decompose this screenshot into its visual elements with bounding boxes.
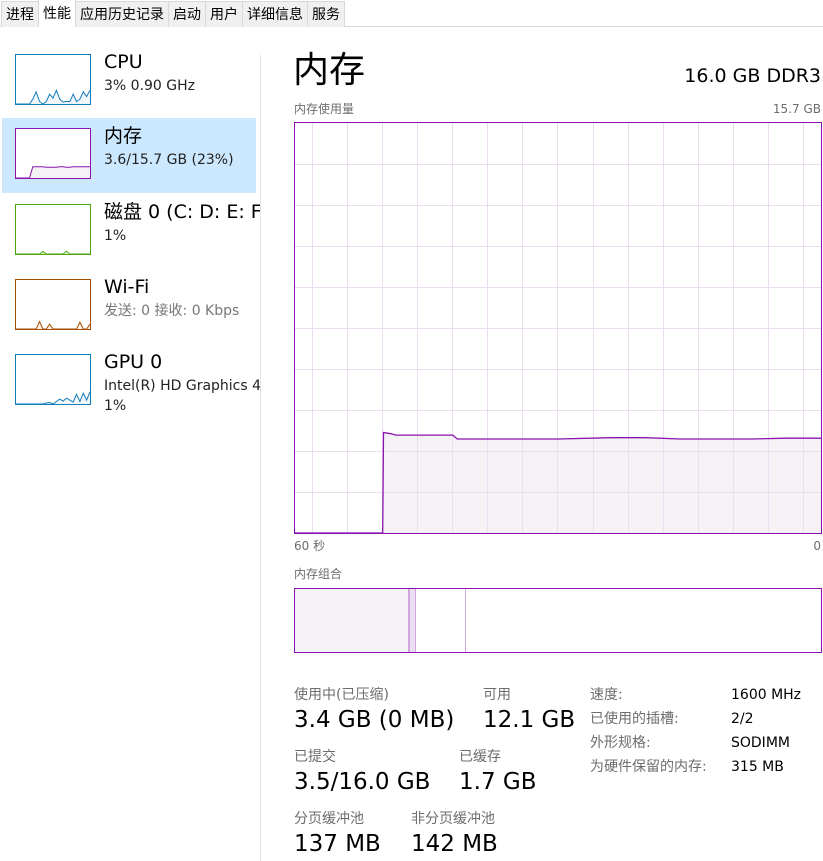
- cpu-sparkline: [16, 88, 90, 104]
- composition-segment-in-use[interactable]: [295, 589, 410, 652]
- in-use-label: 使用中(已压缩): [294, 687, 389, 703]
- composition-segment-standby[interactable]: [415, 589, 466, 652]
- cached-label: 已缓存: [459, 749, 501, 765]
- tab-details[interactable]: 详细信息: [242, 1, 308, 27]
- tab-app-history[interactable]: 应用历史记录: [75, 1, 169, 27]
- resource-sidebar: CPU 3% 0.90 GHz 内存 3.6/15.7 GB (23%) 磁盘 …: [0, 27, 260, 861]
- hardware-reserved-value: 315 MB: [731, 759, 784, 775]
- wifi-sparkline: [16, 320, 90, 329]
- memory-sparkline: [16, 166, 90, 178]
- x-axis-left-label: 60 秒: [294, 539, 326, 553]
- disk-thumbnail-graph: [15, 204, 91, 255]
- sidebar-item-subtitle: 1%: [104, 228, 127, 244]
- sidebar-item-subtitle: 发送: 0 接收: 0 Kbps: [104, 303, 240, 319]
- memory-composition-bar: [294, 588, 822, 653]
- gpu-sparkline: [16, 391, 90, 404]
- sidebar-item-subtitle: Intel(R) HD Graphics 4: [104, 378, 260, 394]
- sidebar-item-title: CPU: [104, 51, 143, 73]
- nonpaged-pool-label: 非分页缓冲池: [411, 811, 495, 827]
- sparkline-area: [16, 321, 90, 329]
- available-value: 12.1 GB: [483, 707, 576, 733]
- composition-segment-free[interactable]: [465, 589, 821, 652]
- sparkline-area: [16, 166, 90, 178]
- sidebar-divider[interactable]: [260, 55, 261, 861]
- memory-thumbnail-graph: [15, 128, 91, 179]
- form-factor-label: 外形规格:: [590, 735, 651, 751]
- sparkline-area: [16, 391, 90, 404]
- hardware-reserved-label: 为硬件保留的内存:: [590, 759, 707, 775]
- tab-startup[interactable]: 启动: [168, 1, 206, 27]
- sidebar-item-subtitle: 3.6/15.7 GB (23%): [104, 152, 234, 168]
- tab-bar: 进程 性能 应用历史记录 启动 用户 详细信息 服务: [0, 0, 823, 27]
- sidebar-item-cpu[interactable]: CPU 3% 0.90 GHz: [2, 44, 256, 119]
- slots-used-label: 已使用的插槽:: [590, 711, 679, 727]
- disk-sparkline: [16, 250, 90, 254]
- sidebar-item-wifi[interactable]: Wi-Fi 发送: 0 接收: 0 Kbps: [2, 269, 256, 344]
- nonpaged-pool-value: 142 MB: [411, 831, 498, 857]
- sidebar-item-title: GPU 0: [104, 351, 163, 373]
- composition-label: 内存组合: [294, 567, 343, 581]
- tab-users[interactable]: 用户: [205, 1, 243, 27]
- x-axis-right-label: 0: [813, 539, 821, 553]
- memory-usage-chart: [295, 123, 821, 533]
- sidebar-item-disk[interactable]: 磁盘 0 (C: D: E: F: 1%: [2, 194, 260, 269]
- paged-pool-label: 分页缓冲池: [294, 811, 364, 827]
- sidebar-item-gpu[interactable]: GPU 0 Intel(R) HD Graphics 4 1%: [2, 344, 260, 419]
- cached-value: 1.7 GB: [459, 769, 537, 795]
- memory-spec: 16.0 GB DDR3: [684, 65, 821, 87]
- speed-label: 速度:: [590, 687, 623, 703]
- page-title: 内存: [293, 50, 366, 91]
- usage-graph-label: 内存使用量: [294, 102, 355, 116]
- sidebar-item-title: 内存: [104, 125, 143, 147]
- tab-services[interactable]: 服务: [307, 1, 345, 27]
- gpu-thumbnail-graph: [15, 354, 91, 405]
- sparkline-line: [16, 250, 90, 254]
- sidebar-item-subtitle: 3% 0.90 GHz: [104, 78, 196, 94]
- wifi-thumbnail-graph: [15, 279, 91, 330]
- usage-graph-max: 15.7 GB: [772, 102, 821, 116]
- sidebar-item-title: 磁盘 0 (C: D: E: F:: [104, 201, 260, 223]
- slots-used-value: 2/2: [731, 711, 754, 727]
- paged-pool-value: 137 MB: [294, 831, 381, 857]
- available-label: 可用: [483, 687, 511, 703]
- tab-performance[interactable]: 性能: [38, 0, 76, 27]
- committed-value: 3.5/16.0 GB: [294, 769, 431, 795]
- memory-usage-graph: [294, 122, 822, 534]
- composition-segment-modified[interactable]: [409, 589, 416, 652]
- sidebar-item-memory[interactable]: 内存 3.6/15.7 GB (23%): [2, 118, 256, 193]
- sidebar-item-subtitle-2: 1%: [104, 398, 127, 414]
- sidebar-item-title: Wi-Fi: [104, 276, 150, 298]
- form-factor-value: SODIMM: [731, 735, 790, 751]
- cpu-thumbnail-graph: [15, 54, 91, 105]
- in-use-value: 3.4 GB (0 MB): [294, 707, 455, 733]
- committed-label: 已提交: [294, 749, 336, 765]
- tab-processes[interactable]: 进程: [1, 1, 39, 27]
- speed-value: 1600 MHz: [731, 687, 802, 703]
